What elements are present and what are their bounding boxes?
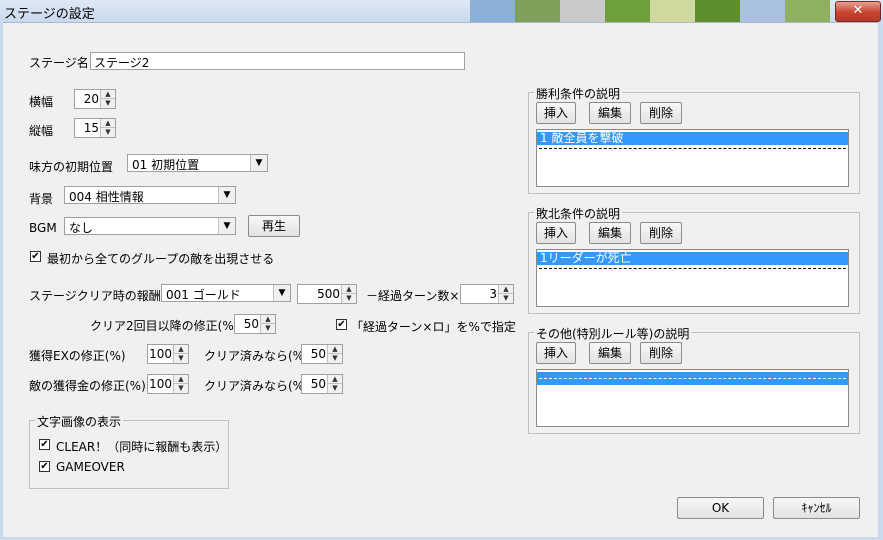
- other-insert-button[interactable]: 挿入: [536, 342, 576, 364]
- defeat-group-title: 敗北条件の説明: [534, 205, 623, 222]
- gold-cleared-label: クリア済みなら(%): [204, 379, 309, 393]
- title-bar[interactable]: ステージの設定 ✕: [0, 0, 883, 23]
- spin-down-icon[interactable]: ▼: [328, 354, 342, 362]
- background-value: 004 相性情報: [69, 190, 144, 204]
- show-all-groups-checkbox[interactable]: ✔: [30, 251, 41, 262]
- clear-image-label: CLEAR！（同時に報酬も表示）: [56, 440, 228, 454]
- other-rules-group-title: その他(特別ルール等)の説明: [534, 325, 692, 342]
- chevron-down-icon[interactable]: ▼: [218, 218, 235, 234]
- second-clear-label: クリア2回目以降の修正(%): [90, 319, 239, 333]
- ally-start-label: 味方の初期位置: [29, 160, 114, 174]
- stage-name-input[interactable]: ステージ2: [90, 52, 465, 70]
- percent-mode-checkbox[interactable]: ✔: [336, 319, 347, 330]
- spin-up-icon[interactable]: ▲: [101, 119, 115, 128]
- spin-down-icon[interactable]: ▼: [174, 384, 188, 392]
- victory-insert-button[interactable]: 挿入: [536, 102, 576, 124]
- gameover-image-checkbox[interactable]: ✔: [39, 461, 50, 472]
- show-all-groups-label: 最初から全てのグループの敵を出現させる: [47, 252, 275, 266]
- spin-up-icon[interactable]: ▲: [328, 375, 342, 384]
- bgm-label: BGM: [29, 221, 57, 235]
- bgm-select[interactable]: なし ▼: [64, 217, 236, 235]
- width-stepper[interactable]: 20 ▲ ▼: [74, 89, 116, 109]
- chevron-down-icon[interactable]: ▼: [218, 187, 235, 203]
- defeat-list[interactable]: 1リーダーが死亡: [536, 249, 849, 307]
- stage-name-label: ステージ名: [29, 56, 89, 70]
- ok-button[interactable]: OK: [677, 497, 764, 519]
- turn-penalty-label: －経過ターン数×: [366, 289, 460, 303]
- gameover-image-label: GAMEOVER: [56, 460, 125, 474]
- cancel-button[interactable]: ｷｬﾝｾﾙ: [773, 497, 860, 519]
- clear-image-checkbox[interactable]: ✔: [39, 439, 50, 450]
- background-game-strip: [470, 0, 830, 22]
- spin-up-icon[interactable]: ▲: [261, 315, 275, 324]
- reward-amount-stepper[interactable]: 500 ▲ ▼: [297, 284, 357, 304]
- text-image-group-title: 文字画像の表示: [35, 413, 124, 430]
- close-button[interactable]: ✕: [835, 1, 881, 22]
- spin-up-icon[interactable]: ▲: [342, 285, 356, 294]
- play-bgm-button[interactable]: 再生: [248, 215, 300, 237]
- victory-group-title: 勝利条件の説明: [534, 85, 623, 102]
- spin-up-icon[interactable]: ▲: [499, 285, 513, 294]
- bgm-value: なし: [69, 221, 94, 235]
- background-select[interactable]: 004 相性情報 ▼: [64, 186, 236, 204]
- reward-item-select[interactable]: 001 ゴールド ▼: [161, 284, 291, 302]
- spin-down-icon[interactable]: ▼: [499, 294, 513, 302]
- victory-edit-button[interactable]: 編集: [589, 102, 631, 124]
- spin-down-icon[interactable]: ▼: [101, 99, 115, 107]
- gold-cleared-stepper[interactable]: 50 ▲ ▼: [301, 374, 343, 394]
- spin-down-icon[interactable]: ▼: [174, 354, 188, 362]
- spin-down-icon[interactable]: ▼: [261, 324, 275, 332]
- height-label: 縦幅: [29, 124, 54, 138]
- chevron-down-icon[interactable]: ▼: [273, 285, 290, 301]
- height-stepper[interactable]: 15 ▲ ▼: [74, 118, 116, 138]
- exp-cleared-label: クリア済みなら(%): [204, 349, 309, 363]
- spin-down-icon[interactable]: ▼: [342, 294, 356, 302]
- other-edit-button[interactable]: 編集: [589, 342, 631, 364]
- reward-amount-value: 500: [317, 287, 340, 301]
- list-item[interactable]: 1 敵全員を撃破: [537, 132, 848, 145]
- victory-list[interactable]: 1 敵全員を撃破: [536, 129, 849, 187]
- spin-up-icon[interactable]: ▲: [328, 345, 342, 354]
- exp-cleared-stepper[interactable]: 50 ▲ ▼: [301, 344, 343, 364]
- width-label: 横幅: [29, 95, 54, 109]
- list-item[interactable]: 1リーダーが死亡: [537, 252, 848, 265]
- turn-multiplier-value: 3: [489, 287, 497, 301]
- exp-mod-stepper[interactable]: 100 ▲ ▼: [147, 344, 189, 364]
- exp-mod-label: 獲得EXの修正(%): [29, 349, 126, 363]
- gold-mod-value: 100: [149, 377, 172, 391]
- reward-label: ステージクリア時の報酬: [29, 289, 161, 303]
- second-clear-stepper[interactable]: 50 ▲ ▼: [234, 314, 276, 334]
- exp-cleared-value: 50: [310, 347, 326, 361]
- victory-delete-button[interactable]: 削除: [640, 102, 682, 124]
- window-title: ステージの設定: [4, 7, 95, 22]
- background-label: 背景: [29, 192, 54, 206]
- percent-mode-label: 「経過ターン×ロ」を%で指定: [351, 320, 516, 334]
- gold-mod-label: 敵の獲得金の修正(%): [29, 379, 146, 393]
- gold-cleared-value: 50: [310, 377, 326, 391]
- gold-mod-stepper[interactable]: 100 ▲ ▼: [147, 374, 189, 394]
- spin-up-icon[interactable]: ▲: [101, 90, 115, 99]
- width-value: 20: [83, 92, 99, 106]
- other-delete-button[interactable]: 削除: [640, 342, 682, 364]
- height-value: 15: [83, 121, 99, 135]
- spin-up-icon[interactable]: ▲: [174, 345, 188, 354]
- defeat-edit-button[interactable]: 編集: [589, 222, 631, 244]
- spin-down-icon[interactable]: ▼: [101, 128, 115, 136]
- defeat-insert-button[interactable]: 挿入: [536, 222, 576, 244]
- ally-start-value: 01 初期位置: [132, 158, 200, 172]
- spin-down-icon[interactable]: ▼: [328, 384, 342, 392]
- exp-mod-value: 100: [149, 347, 172, 361]
- ally-start-select[interactable]: 01 初期位置 ▼: [127, 154, 268, 172]
- defeat-delete-button[interactable]: 削除: [640, 222, 682, 244]
- spin-up-icon[interactable]: ▲: [174, 375, 188, 384]
- other-rules-list[interactable]: [536, 369, 849, 427]
- second-clear-value: 50: [243, 317, 259, 331]
- turn-multiplier-stepper[interactable]: 3 ▲ ▼: [460, 284, 514, 304]
- close-icon: ✕: [852, 3, 864, 18]
- chevron-down-icon[interactable]: ▼: [250, 155, 267, 171]
- reward-item-value: 001 ゴールド: [166, 288, 241, 302]
